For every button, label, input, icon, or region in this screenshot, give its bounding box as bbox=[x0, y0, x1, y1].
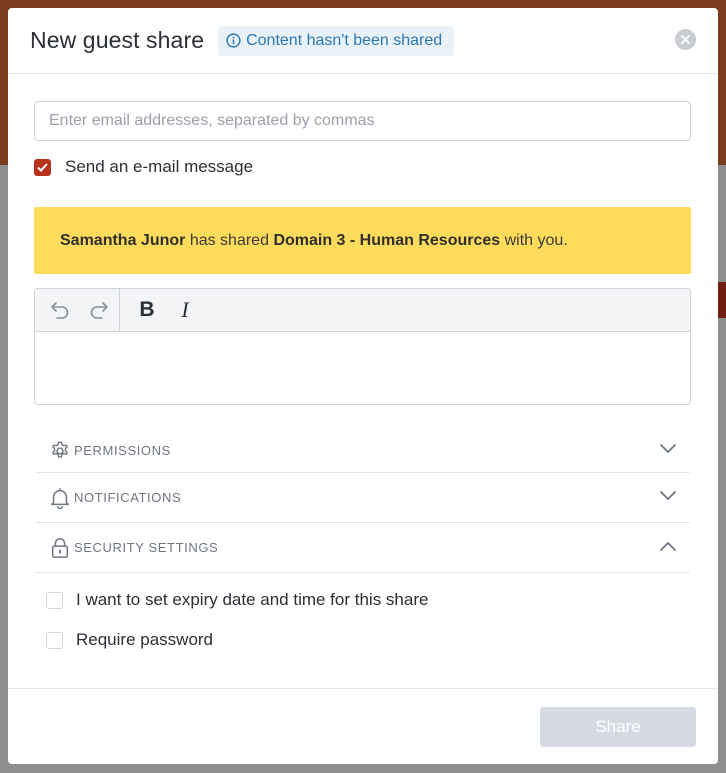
dialog-footer: Share bbox=[8, 688, 718, 764]
share-message-preview: Samantha Junor has shared Domain 3 - Hum… bbox=[34, 207, 691, 274]
sender-name: Samantha Junor bbox=[60, 231, 186, 249]
section-permissions-label: PERMISSIONS bbox=[74, 443, 171, 458]
history-group bbox=[35, 289, 120, 331]
section-notifications[interactable]: NOTIFICATIONS bbox=[35, 473, 690, 523]
dialog-header: New guest share Content hasn't been shar… bbox=[8, 8, 718, 74]
redo-button[interactable] bbox=[86, 297, 112, 323]
close-button[interactable] bbox=[675, 29, 696, 50]
shared-item-name: Domain 3 - Human Resources bbox=[273, 231, 501, 249]
chevron-up-icon bbox=[660, 542, 676, 551]
info-icon bbox=[226, 33, 241, 48]
share-status-badge: Content hasn't been shared bbox=[218, 25, 455, 56]
message-text-area[interactable] bbox=[35, 332, 690, 404]
close-icon bbox=[681, 35, 690, 44]
section-security-settings-label: SECURITY SETTINGS bbox=[74, 540, 219, 555]
chevron-down-icon bbox=[660, 491, 676, 500]
require-password-checkbox[interactable] bbox=[46, 631, 63, 649]
email-addresses-input[interactable] bbox=[34, 101, 691, 141]
dialog-body: Send an e-mail message Samantha Junor ha… bbox=[8, 74, 718, 650]
lock-icon bbox=[48, 536, 72, 560]
share-suffix-text: with you. bbox=[504, 231, 568, 249]
send-email-checkbox[interactable] bbox=[34, 158, 51, 176]
expiry-option[interactable]: I want to set expiry date and time for t… bbox=[46, 590, 691, 610]
bold-button[interactable]: B bbox=[134, 297, 160, 323]
format-group: B I bbox=[120, 289, 198, 331]
checkmark-icon bbox=[37, 162, 48, 172]
share-settings-sections: PERMISSIONS NOTIFICATIONS SECURITY SETTI… bbox=[35, 429, 690, 573]
dialog-title: New guest share bbox=[30, 27, 205, 53]
gear-icon bbox=[48, 439, 72, 463]
share-action-text: has shared bbox=[189, 231, 269, 249]
share-button[interactable]: Share bbox=[540, 707, 696, 747]
undo-button[interactable] bbox=[47, 297, 73, 323]
editor-toolbar: B I bbox=[35, 289, 690, 332]
section-notifications-label: NOTIFICATIONS bbox=[74, 490, 182, 505]
message-editor: B I bbox=[34, 288, 691, 405]
expiry-checkbox[interactable] bbox=[46, 591, 63, 609]
section-security-settings[interactable]: SECURITY SETTINGS bbox=[35, 523, 690, 573]
redo-icon bbox=[90, 302, 108, 319]
password-option[interactable]: Require password bbox=[46, 630, 691, 650]
undo-icon bbox=[51, 302, 69, 319]
send-email-label: Send an e-mail message bbox=[65, 157, 254, 176]
share-status-text: Content hasn't been shared bbox=[246, 31, 443, 49]
send-email-option[interactable]: Send an e-mail message bbox=[34, 157, 691, 177]
bell-icon bbox=[48, 486, 72, 510]
chevron-down-icon bbox=[660, 444, 676, 453]
require-password-label: Require password bbox=[76, 630, 214, 649]
guest-share-dialog: New guest share Content hasn't been shar… bbox=[8, 8, 718, 764]
expiry-label: I want to set expiry date and time for t… bbox=[76, 590, 429, 609]
italic-button[interactable]: I bbox=[172, 297, 198, 323]
section-permissions[interactable]: PERMISSIONS bbox=[35, 429, 690, 473]
